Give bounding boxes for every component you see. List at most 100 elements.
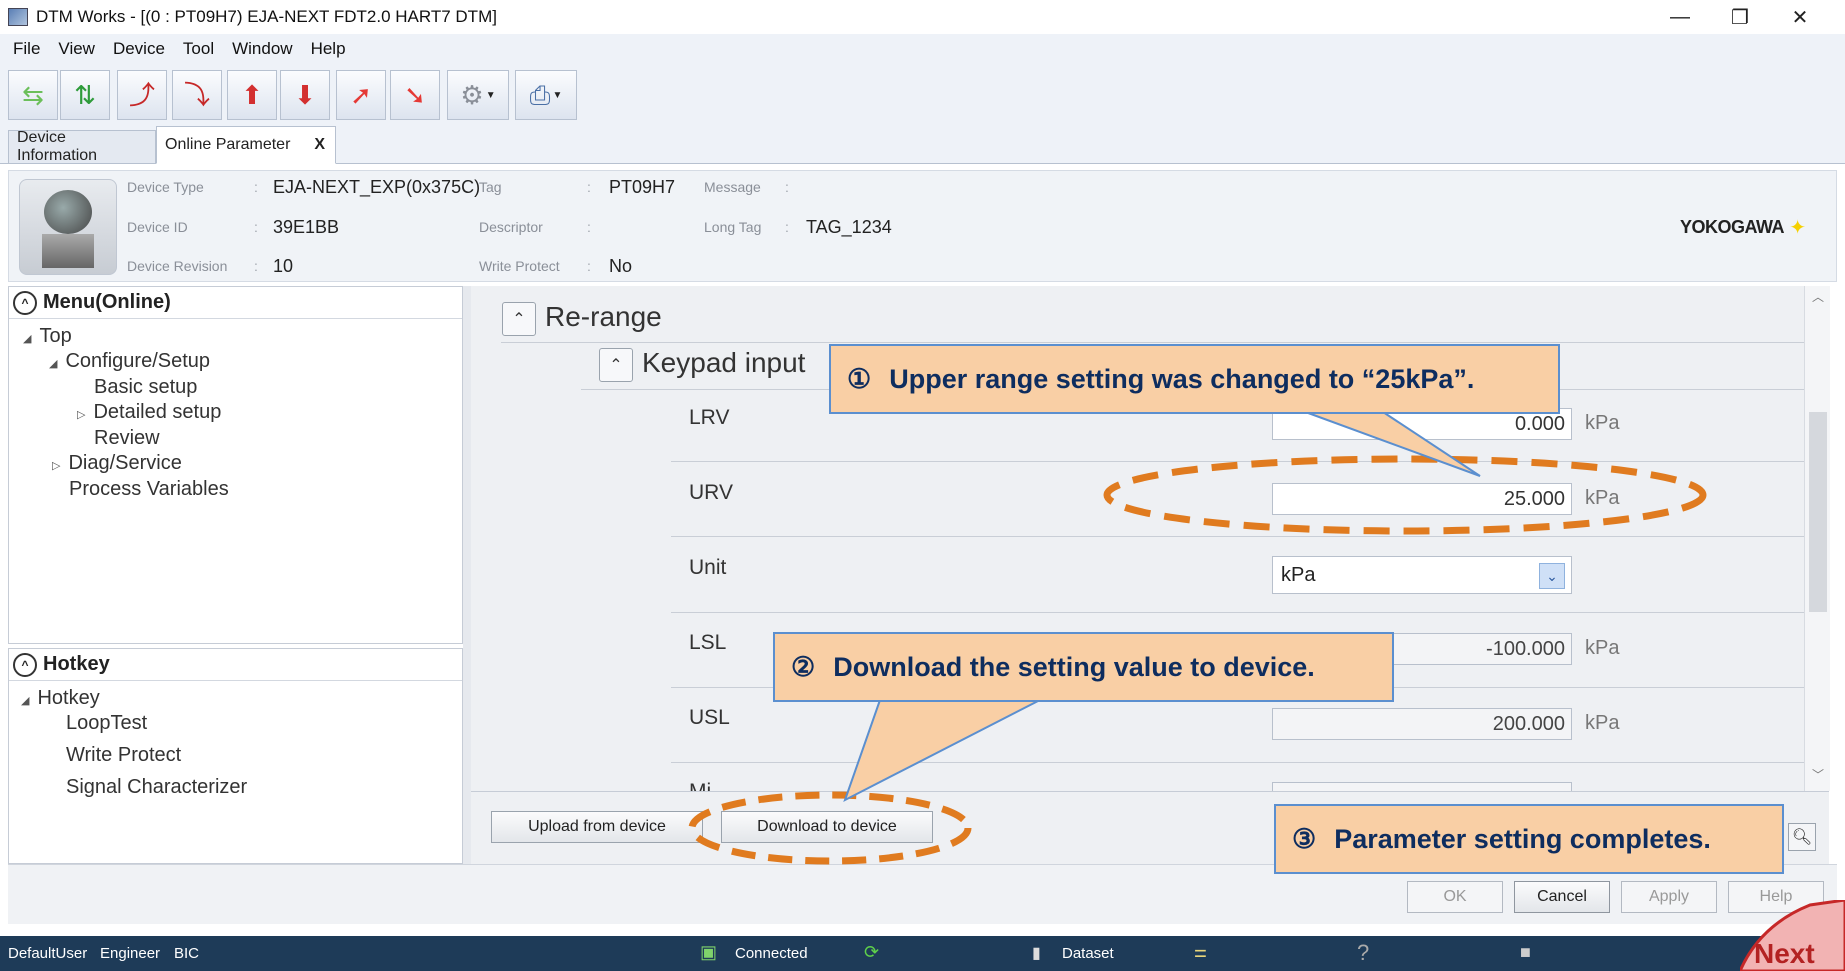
tree-item-diag-service[interactable]: ▷ Diag/Service [52, 452, 182, 475]
device-id-value: 39E1BB [273, 217, 340, 237]
dropdown-arrow-icon[interactable]: ▼ [486, 90, 496, 101]
status-dataset: Dataset [1062, 945, 1114, 962]
separator: : [254, 179, 258, 195]
toolbar-button-10[interactable]: ⎙ ▼ [515, 70, 577, 120]
vertical-scrollbar[interactable]: ︿ ﹀ [1804, 286, 1830, 791]
menu-help[interactable]: Help [311, 39, 346, 59]
hotkey-panel: ^ Hotkey ◢ Hotkey LoopTest Write Protect S… [8, 648, 463, 864]
toolbar-button-3[interactable]: ⤴ [117, 70, 167, 120]
tree-item-configure-setup[interactable]: ◢ Configure/Setup [49, 350, 210, 373]
callout-3-text: Parameter setting completes. [1334, 823, 1711, 854]
toolbar-button-4[interactable]: ⤵ [172, 70, 222, 120]
partial-field [1272, 782, 1572, 791]
callout-3-number: ③ [1292, 823, 1317, 854]
menu-view[interactable]: View [58, 39, 95, 59]
menu-window[interactable]: Window [232, 39, 292, 59]
settings-tool-icon: ⚙ [460, 80, 484, 110]
menu-online-header[interactable]: ^ Menu(Online) [9, 287, 462, 319]
callout-1: ① Upper range setting was changed to “25… [829, 344, 1560, 414]
tree-item-detailed-setup[interactable]: ▷ Detailed setup [77, 401, 221, 424]
tab-device-information[interactable]: Device Information [8, 129, 156, 164]
toolbar-button-2[interactable]: ⇅ [60, 70, 110, 120]
device-id-label: Device ID [127, 219, 188, 235]
chevron-down-icon[interactable]: ⌄ [1539, 563, 1565, 589]
restore-button[interactable]: ❐ [1710, 0, 1770, 34]
separator: : [785, 219, 789, 235]
tab-online-parameter[interactable]: Online Parameter X [156, 126, 336, 164]
collapse-icon[interactable]: ^ [13, 652, 37, 677]
window-title: DTM Works - [(0 : PT09H7) EJA-NEXT FDT2.… [36, 7, 497, 26]
lsl-unit: kPa [1585, 637, 1620, 659]
zoom-icon[interactable]: 🔍︎ [1788, 823, 1816, 851]
next-button[interactable]: Next [1740, 900, 1845, 971]
expanded-icon[interactable]: ◢ [49, 358, 57, 370]
import-icon: ➘ [404, 80, 426, 110]
toolbar-button-8[interactable]: ➘ [390, 70, 440, 120]
toolbar-button-7[interactable]: ➚ [336, 70, 386, 120]
urv-input[interactable]: 25.000 [1272, 483, 1572, 515]
minimize-button[interactable]: — [1650, 0, 1710, 34]
unit-select[interactable]: kPa ⌄ [1272, 556, 1572, 594]
tree-item-signal-characterizer[interactable]: Signal Characterizer [66, 776, 247, 799]
rerange-collapse-button[interactable]: ⌃ [502, 302, 536, 336]
tree-item-hotkey[interactable]: ◢ Hotkey [21, 687, 100, 710]
menu-device[interactable]: Device [113, 39, 165, 59]
callout-2: ② Download the setting value to device. [773, 632, 1394, 702]
expanded-icon[interactable]: ◢ [21, 695, 29, 707]
collapse-icon[interactable]: ^ [13, 290, 37, 315]
toolbar-button-6[interactable]: ⬇ [280, 70, 330, 120]
scroll-thumb[interactable] [1809, 412, 1827, 612]
callout-1-number: ① [847, 363, 872, 394]
connection-icon: ▣ [700, 942, 718, 962]
tree-item-looptest[interactable]: LoopTest [66, 712, 147, 735]
tree-item-top[interactable]: ◢ Top [23, 325, 72, 348]
dropdown-arrow-icon[interactable]: ▼ [552, 90, 562, 101]
cancel-button[interactable]: Cancel [1514, 881, 1610, 913]
tree-item-write-protect[interactable]: Write Protect [66, 744, 181, 767]
keypad-collapse-button[interactable]: ⌃ [599, 348, 633, 382]
stop-icon: ■ [1520, 942, 1531, 962]
divider [501, 342, 1811, 343]
toolbar-button-1[interactable]: ⇆ [8, 70, 58, 120]
device-info-header: Device Type : EJA-NEXT_EXP(0x375C) Devic… [8, 170, 1837, 282]
ok-button[interactable]: OK [1407, 881, 1503, 913]
tree-item-basic-setup[interactable]: Basic setup [94, 376, 197, 399]
tab-close-icon[interactable]: X [314, 136, 325, 154]
unit-label: Unit [689, 556, 727, 579]
scroll-down-icon[interactable]: ﹀ [1805, 766, 1831, 788]
upload-from-device-button[interactable]: Upload from device [491, 811, 703, 843]
usl-unit: kPa [1585, 712, 1620, 734]
collapsed-icon[interactable]: ▷ [77, 409, 85, 421]
toolbar-button-9[interactable]: ⚙ ▼ [447, 70, 509, 120]
restore-icon: ❐ [1731, 6, 1749, 29]
refresh-icon[interactable]: ⟳ [864, 942, 879, 963]
download-to-device-button[interactable]: Download to device [721, 811, 933, 843]
lsl-label: LSL [689, 631, 727, 654]
menu-file[interactable]: File [13, 39, 40, 59]
close-window-button[interactable]: ✕ [1770, 0, 1830, 34]
hotkey-title: Hotkey [43, 653, 110, 675]
scroll-up-icon[interactable]: ︿ [1805, 288, 1831, 310]
separator: : [587, 179, 591, 195]
menu-tool[interactable]: Tool [183, 39, 214, 59]
unit-select-value: kPa [1281, 564, 1316, 586]
menu-online-title: Menu(Online) [43, 291, 171, 313]
panel-splitter[interactable] [463, 286, 471, 864]
collapsed-icon[interactable]: ▷ [52, 460, 60, 472]
keypad-title: Keypad input [642, 347, 806, 378]
lrv-label: LRV [689, 406, 730, 429]
tree-item-review[interactable]: Review [94, 427, 160, 450]
callout-2-number: ② [791, 651, 816, 682]
tab-strip: Device Information Online Parameter X [0, 124, 1845, 164]
dataset-icon: ▮ [1032, 945, 1041, 962]
upload-device-icon: ⤴ [128, 80, 155, 110]
download-disk-icon: ⬇ [294, 80, 316, 110]
apply-button[interactable]: Apply [1621, 881, 1717, 913]
separator: : [254, 219, 258, 235]
hotkey-header[interactable]: ^ Hotkey [9, 649, 462, 681]
lrv-unit: kPa [1585, 412, 1620, 434]
device-revision-label: Device Revision [127, 258, 228, 274]
toolbar-button-5[interactable]: ⬆ [227, 70, 277, 120]
tree-item-process-variables[interactable]: Process Variables [69, 478, 229, 501]
expanded-icon[interactable]: ◢ [23, 333, 31, 345]
